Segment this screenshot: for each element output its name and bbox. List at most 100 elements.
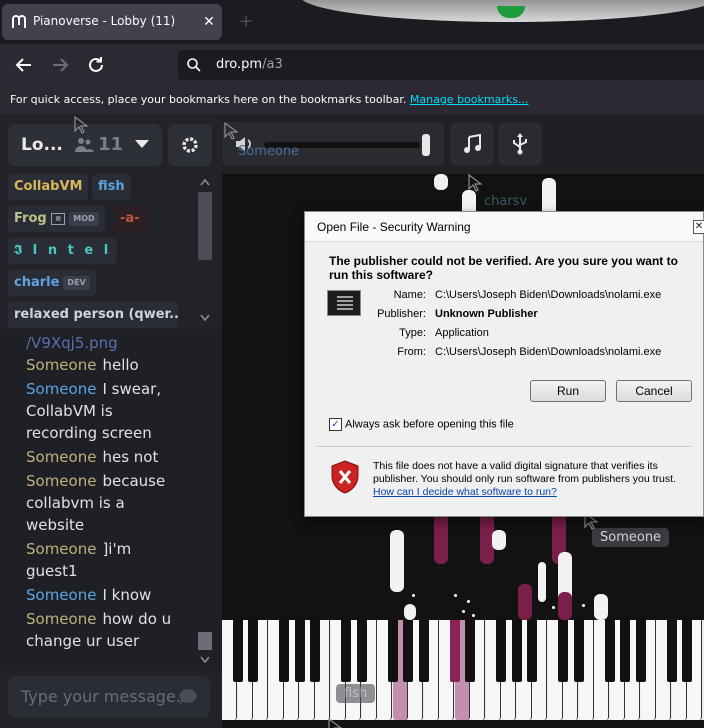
- user-tag-collabvm[interactable]: CollabVM: [8, 174, 89, 200]
- black-key[interactable]: [294, 620, 305, 682]
- user-tag-fish[interactable]: fish: [92, 174, 131, 200]
- chat-author[interactable]: Someone: [26, 540, 96, 558]
- user-name: fish: [98, 179, 125, 194]
- dialog-titlebar[interactable]: Open File - Security Warning ✕: [305, 212, 704, 242]
- black-key[interactable]: [511, 620, 522, 682]
- user-tag-charle[interactable]: charle DEV: [8, 270, 96, 296]
- cursor-arrow-icon: [468, 174, 482, 192]
- chat-bubble-icon[interactable]: [178, 688, 198, 706]
- volume-slider-thumb[interactable]: [422, 134, 430, 156]
- security-warning-dialog: Open File - Security Warning ✕ The publi…: [304, 211, 704, 517]
- user-list-scroll-thumb[interactable]: [198, 192, 212, 260]
- url-bar[interactable]: dro.pm/a3: [178, 50, 704, 80]
- help-link[interactable]: How can I decide what software to run?: [373, 486, 557, 498]
- user-list-scrollbar[interactable]: [196, 178, 214, 326]
- falling-note: [518, 584, 532, 620]
- falling-note: [558, 592, 572, 620]
- chat-author[interactable]: Someone: [26, 472, 96, 490]
- instrument-button[interactable]: [450, 122, 494, 166]
- user-name: CollabVM: [14, 179, 83, 194]
- always-ask-label: Always ask before opening this file: [345, 418, 514, 431]
- black-key[interactable]: [387, 620, 398, 682]
- black-key[interactable]: [403, 620, 413, 682]
- black-key[interactable]: [604, 620, 615, 682]
- chat-author[interactable]: Someone: [26, 586, 96, 604]
- chat-author[interactable]: Someone: [26, 356, 96, 374]
- sparkle: [454, 594, 457, 597]
- black-key[interactable]: [620, 620, 630, 682]
- black-key[interactable]: [573, 620, 584, 682]
- cancel-button[interactable]: Cancel: [616, 380, 692, 402]
- scroll-down-icon[interactable]: [200, 314, 210, 322]
- frog-avatar-icon: ▦: [51, 212, 66, 225]
- run-button[interactable]: Run: [530, 380, 606, 402]
- black-key[interactable]: [449, 620, 460, 682]
- always-ask-checkbox[interactable]: ✓: [329, 418, 342, 431]
- bookmarks-hint: For quick access, place your bookmarks h…: [10, 93, 528, 106]
- url-text: dro.pm/a3: [216, 57, 283, 72]
- chat-text: hes not: [102, 448, 159, 466]
- midi-button[interactable]: [498, 122, 542, 166]
- scroll-up-icon[interactable]: [200, 178, 210, 186]
- black-key[interactable]: [465, 620, 475, 682]
- black-key[interactable]: [558, 620, 568, 682]
- new-tab-icon[interactable]: +: [236, 12, 256, 32]
- from-value: C:\Users\Joseph Biden\Downloads\nolami.e…: [435, 346, 662, 358]
- reload-icon[interactable]: [84, 53, 108, 77]
- chat-message-input[interactable]: Type your message...: [8, 676, 210, 718]
- gear-icon: [182, 137, 198, 153]
- tab-pianoverse[interactable]: Pianoverse - Lobby (11) ✕: [2, 4, 222, 40]
- chat-message: Someone hes not: [26, 446, 186, 468]
- dialog-title: Open File - Security Warning: [317, 220, 471, 234]
- always-ask-option[interactable]: ✓ Always ask before opening this file: [329, 418, 514, 434]
- black-key[interactable]: [279, 620, 289, 682]
- falling-note: [594, 594, 608, 620]
- chat-message: Someone I know: [26, 584, 186, 606]
- piano-keyboard[interactable]: [222, 620, 704, 720]
- user-name: charle: [14, 275, 60, 290]
- from-label: From:: [397, 346, 426, 358]
- chat-partial-line: /V9Xqj5.png: [26, 332, 196, 354]
- user-tag-frog[interactable]: Frog ▦ MOD: [8, 206, 105, 232]
- url-path: /a3: [262, 57, 283, 72]
- black-key[interactable]: [418, 620, 429, 682]
- manage-bookmarks-link[interactable]: Manage bookmarks...: [410, 93, 529, 106]
- user-tag-intel[interactable]: 𝕴 I n t e l: [8, 238, 118, 264]
- black-key[interactable]: [356, 620, 367, 682]
- usb-icon: [513, 133, 527, 155]
- back-icon[interactable]: [12, 53, 36, 77]
- user-tag-a[interactable]: -a-: [114, 206, 146, 232]
- black-key[interactable]: [635, 620, 646, 682]
- close-tab-icon[interactable]: ✕: [199, 12, 219, 32]
- black-key[interactable]: [682, 620, 692, 682]
- pianoverse-favicon-icon: [12, 15, 26, 28]
- chat-author[interactable]: Someone: [26, 448, 96, 466]
- close-icon[interactable]: ✕: [693, 220, 704, 234]
- black-key[interactable]: [527, 620, 537, 682]
- dialog-divider: [317, 446, 691, 447]
- type-label: Type:: [399, 327, 426, 339]
- cursor-arrow-icon: [328, 718, 342, 728]
- settings-button[interactable]: [168, 124, 212, 166]
- black-key[interactable]: [248, 620, 258, 682]
- sparkle: [467, 600, 470, 603]
- tab-title: Pianoverse - Lobby (11): [33, 14, 176, 28]
- shield-warning-icon: [331, 460, 359, 494]
- scroll-down-icon[interactable]: [200, 656, 210, 664]
- black-key[interactable]: [310, 620, 320, 682]
- black-key[interactable]: [341, 620, 351, 682]
- black-key[interactable]: [496, 620, 506, 682]
- chat-author[interactable]: Someone: [26, 380, 96, 398]
- black-key[interactable]: [666, 620, 677, 682]
- chat-author[interactable]: Someone: [26, 610, 96, 628]
- chat-scroll-thumb[interactable]: [198, 632, 212, 650]
- cursor-label-someone: Someone: [592, 528, 670, 547]
- sparkle: [582, 604, 585, 607]
- url-host: dro.pm: [216, 57, 263, 72]
- volume-control[interactable]: Someone: [222, 122, 444, 166]
- user-tag-relaxed-person[interactable]: relaxed person (qwer...: [8, 302, 178, 328]
- chat-scrollbar[interactable]: [196, 330, 214, 668]
- chat-link[interactable]: /V9Xqj5.png: [26, 334, 118, 352]
- black-key[interactable]: [232, 620, 243, 682]
- forward-icon[interactable]: [48, 53, 72, 77]
